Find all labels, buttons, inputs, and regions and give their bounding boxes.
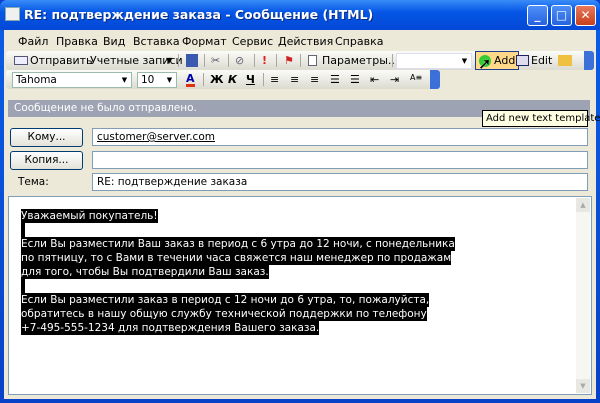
message-window: RE: подтверждение заказа - Сообщение (HT… [0,0,600,403]
body-line: по пятницу, то с Вами в течении часа свя… [21,251,455,265]
font-value: Tahoma [16,74,57,86]
attach-icon[interactable]: ⊘ [235,54,244,67]
options-icon [308,55,317,66]
body-line: Если Вы разместили Ваш заказ в период с … [21,237,455,251]
bold-button[interactable]: Ж [210,73,223,86]
body-line-text [21,279,25,293]
toolbar-overflow-button[interactable] [430,70,440,89]
toolbar-overflow-button[interactable] [584,51,594,70]
scroll-up-icon[interactable]: ▲ [576,198,590,212]
edit-template-button[interactable]: Edit [531,54,552,67]
body-line-text: Если Вы разместили Ваш заказ в период с … [21,237,455,251]
vertical-scrollbar[interactable]: ▲ ▼ [576,198,590,393]
italic-button[interactable]: К [228,73,237,86]
separator [276,54,277,67]
chevron-down-icon: ▼ [166,76,173,84]
body-line: обратитесь в нашу общую службу техническ… [21,307,455,321]
scroll-down-icon[interactable]: ▼ [576,379,590,393]
chevron-down-icon: ▼ [121,76,128,84]
cut-icon[interactable]: ✂ [211,54,220,67]
separator [263,73,264,86]
cc-field[interactable] [92,151,588,169]
message-icon [5,7,20,21]
save-icon[interactable] [186,54,198,67]
separator [203,73,204,86]
to-recipient[interactable]: customer@server.com [97,131,215,143]
subject-field[interactable]: RE: подтверждение заказа [92,173,588,191]
body-line-text [21,223,25,237]
menu-view[interactable]: Вид [103,35,125,48]
menu-tools[interactable]: Сервис [232,35,273,48]
body-line-text: по пятницу, то с Вами в течении часа свя… [21,251,452,265]
font-size-select[interactable]: 10 ▼ [137,72,177,88]
body-line: Уважаемый покупатель! [21,209,455,223]
cc-button[interactable]: Копия... [10,151,83,170]
importance-icon[interactable]: ! [262,54,267,67]
body-line-text: обратитесь в нашу общую службу техническ… [21,307,427,321]
align-right-icon[interactable]: ≡ [310,73,319,86]
separator [254,54,255,67]
client-area: Файл Правка Вид Вставка Формат Сервис Де… [4,30,600,399]
title-bar: RE: подтверждение заказа - Сообщение (HT… [0,0,600,30]
body-line-text: +7-495-555-1234 для подтверждения Вашего… [21,321,320,335]
mouse-cursor-icon: ➚ [478,54,492,73]
body-line: +7-495-555-1234 для подтверждения Вашего… [21,321,455,335]
chevron-down-icon[interactable]: ▼ [166,56,172,65]
separator [300,54,301,67]
edit-icon [516,55,529,66]
body-line: для того, чтобы Вы подтвердили Ваш заказ… [21,265,455,279]
bullets-icon[interactable]: ☰ [330,73,340,86]
align-center-icon[interactable]: ≡ [290,73,299,86]
increase-indent-icon[interactable]: ⇥ [390,73,399,86]
tooltip: Add new text template [482,110,600,127]
body-line: Если Вы разместили заказ в период с 12 н… [21,293,455,307]
body-line [21,279,455,293]
body-line [21,223,455,237]
add-label: Add [494,54,516,67]
close-button[interactable]: ✕ [575,5,596,26]
decrease-indent-icon[interactable]: ⇤ [370,73,379,86]
style-icon[interactable]: A≡ [410,73,422,82]
menu-insert[interactable]: Вставка [133,35,180,48]
menu-file[interactable]: Файл [18,35,48,48]
minimize-button[interactable]: _ [527,5,548,26]
menu-help[interactable]: Справка [335,35,383,48]
separator [204,54,205,67]
subject-label: Тема: [18,176,49,188]
body-line-text: для того, чтобы Вы подтвердили Ваш заказ… [21,265,269,279]
font-select[interactable]: Tahoma ▼ [12,72,132,88]
send-icon [14,56,28,65]
align-left-icon[interactable]: ≡ [270,73,279,86]
options-button[interactable]: Параметры... [322,54,398,67]
message-text[interactable]: Уважаемый покупатель! Если Вы разместили … [21,209,455,335]
font-size-value: 10 [141,74,155,86]
menu-format[interactable]: Формат [182,35,227,48]
address-book-icon[interactable] [558,55,572,66]
message-body[interactable]: Уважаемый покупатель! Если Вы разместили … [8,196,592,395]
standard-toolbar: Отправить Учетные записи ▼ ✂ ⊘ ! ⚑ Парам… [6,51,594,70]
body-line-text: Если Вы разместили заказ в период с 12 н… [21,293,430,307]
send-button[interactable]: Отправить [30,54,93,67]
separator [392,54,393,67]
numbering-icon[interactable]: ☰ [350,73,360,86]
formatting-toolbar: Tahoma ▼ 10 ▼ A Ж К Ч ≡ ≡ ≡ ☰ ☰ ⇤ ⇥ A≡ [6,70,440,89]
font-color-icon[interactable]: A [186,73,195,87]
maximize-button[interactable]: □ [551,5,572,26]
underline-button[interactable]: Ч [246,73,255,86]
flag-icon[interactable]: ⚑ [284,54,294,67]
window-title: RE: подтверждение заказа - Сообщение (HT… [24,7,374,22]
body-line-text: Уважаемый покупатель! [21,209,158,223]
separator [228,54,229,67]
chevron-down-icon: ▼ [461,57,468,65]
separator [178,54,179,67]
menu-edit[interactable]: Правка [56,35,98,48]
to-field[interactable]: customer@server.com [92,128,588,146]
template-select[interactable]: ▼ [396,53,472,69]
to-button[interactable]: Кому... [10,128,83,147]
menu-actions[interactable]: Действия [278,35,333,48]
menu-bar: Файл Правка Вид Вставка Формат Сервис Де… [4,32,596,51]
